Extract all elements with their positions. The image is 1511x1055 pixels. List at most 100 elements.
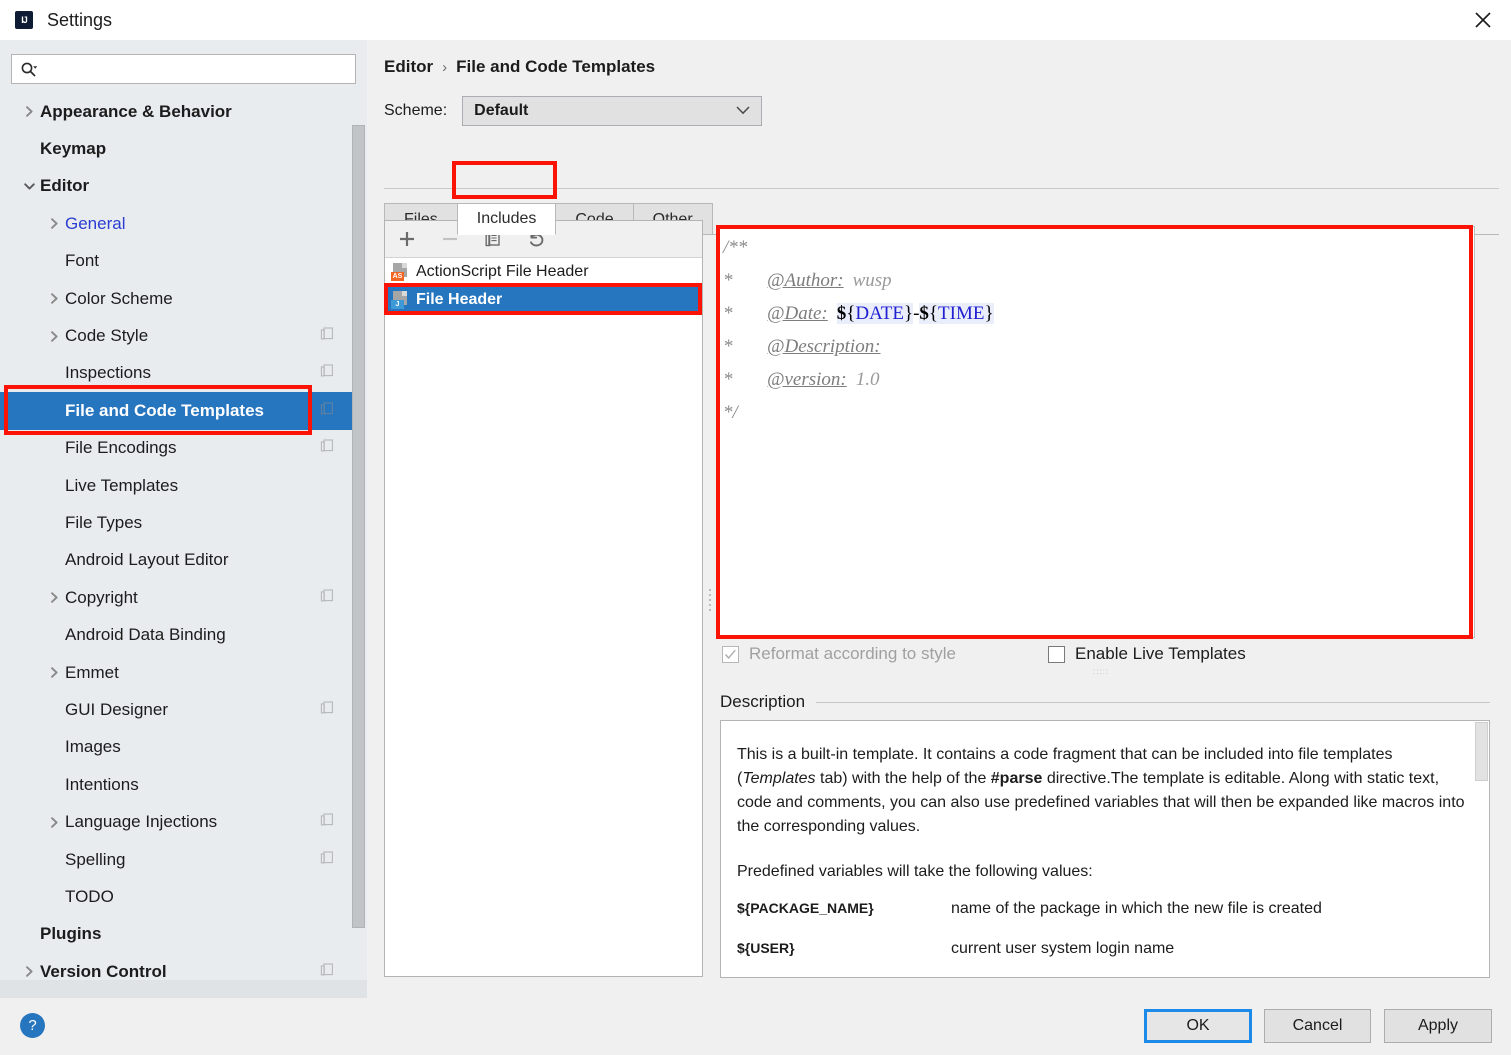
ok-button[interactable]: OK [1144,1009,1252,1043]
sidebar-item-label: Color Scheme [65,288,173,308]
sidebar-item-label: Intentions [65,774,139,794]
help-button[interactable]: ? [20,1013,45,1038]
description-title: Description [720,692,806,711]
code-line-prefix: * [723,335,733,357]
live-templates-checkbox[interactable] [1048,645,1065,663]
description-scrollbar-thumb[interactable] [1475,722,1488,781]
chevron-right-icon[interactable] [47,217,61,231]
sidebar-item-inspections[interactable]: Inspections [0,355,352,392]
sidebar-item-label: File and Code Templates [65,400,265,420]
code-editor-content[interactable]: /** * @Author: wusp * @Date: ${DATE}-${TIME} * @… [719,227,1474,429]
checkmark-icon [724,649,736,659]
sidebar-item-keymap[interactable]: Keymap [0,130,352,167]
reformat-checkbox-label: Reformat according to style [749,644,956,663]
close-button[interactable] [1455,0,1511,40]
add-template-button[interactable] [396,228,418,250]
date-macro: ${DATE} [836,302,914,324]
sidebar-scrollbar-thumb[interactable] [352,125,365,928]
chevron-right-icon[interactable] [47,591,61,605]
list-item[interactable]: AS ActionScript File Header [385,258,702,286]
sidebar-item-label: Editor [40,176,90,196]
project-scope-icon [320,700,334,719]
plus-icon [400,232,414,246]
chevron-right-icon[interactable] [22,105,36,119]
sidebar-item-label: Keymap [40,139,107,159]
sidebar-scrollbar[interactable] [352,125,365,980]
sidebar-item-label: Font [65,251,100,271]
sidebar-item-color-scheme[interactable]: Color Scheme [0,280,352,317]
project-scope-icon [320,962,334,981]
sidebar-item-plugins[interactable]: Plugins [0,916,352,953]
sidebar-item-intentions[interactable]: Intentions [0,766,352,803]
description-scrollbar[interactable] [1475,722,1488,977]
chevron-down-icon[interactable] [22,179,36,193]
sidebar-item-android-data-binding[interactable]: Android Data Binding [0,616,352,653]
sidebar-item-label: Plugins [40,924,102,944]
reformat-checkbox-row[interactable]: Reformat according to style [722,644,956,664]
variable-name: ${PACKAGE_NAME} [737,900,874,916]
tab-includes[interactable]: Includes [456,203,557,235]
splitter-handle[interactable] [706,586,714,612]
sidebar-item-label: File Types [65,512,143,532]
sidebar-item-spelling[interactable]: Spelling [0,841,352,878]
sidebar-item-general[interactable]: General [0,205,352,242]
chevron-right-icon[interactable] [47,666,61,680]
sidebar-item-android-layout-editor[interactable]: Android Layout Editor [0,542,352,579]
sidebar-item-copyright[interactable]: Copyright [0,579,352,616]
apply-button[interactable]: Apply [1384,1009,1492,1043]
sidebar-item-label: Code Style [65,326,149,346]
sidebar-item-label: Appearance & Behavior [40,101,232,121]
sidebar-item-language-injections[interactable]: Language Injections [0,803,352,840]
sidebar-item-label: Spelling [65,849,126,869]
sidebar-item-emmet[interactable]: Emmet [0,654,352,691]
settings-tree: Appearance & Behavior Keymap Editor General… [0,93,352,998]
sidebar-item-code-style[interactable]: Code Style [0,317,352,354]
live-templates-checkbox-row[interactable]: Enable Live Templates [1048,644,1246,664]
mnemonic-underline-dots: ::::: [1093,667,1110,676]
settings-sidebar: Appearance & Behavior Keymap Editor General… [0,40,367,998]
chevron-right-icon[interactable] [47,815,61,829]
code-line: /** [723,231,1474,264]
sidebar-item-file-encodings[interactable]: File Encodings [0,430,352,467]
search-input[interactable] [41,60,331,78]
project-scope-icon [320,401,334,420]
sidebar-item-gui-designer[interactable]: GUI Designer [0,691,352,728]
sidebar-item-file-types[interactable]: File Types [0,504,352,541]
sidebar-item-todo[interactable]: TODO [0,878,352,915]
cancel-button[interactable]: Cancel [1264,1009,1371,1043]
chevron-right-icon[interactable] [47,329,61,343]
settings-dialog: IJ Settings Appearance & Behavior Keymap E… [0,0,1511,1055]
template-name: ActionScript File Header [416,263,589,280]
code-line-prefix: */ [723,401,738,423]
macro-group: ${DATE}-${TIME} [836,302,994,325]
javadoc-tag: @Author: [767,269,844,291]
sidebar-item-label: Language Injections [65,812,218,832]
variable-description: current user system login name [951,940,1175,957]
search-field[interactable] [11,54,356,84]
sidebar-item-font[interactable]: Font [0,243,352,280]
project-scope-icon [320,850,334,869]
code-value: 1.0 [855,368,880,390]
sidebar-item-appearance-behavior[interactable]: Appearance & Behavior [0,93,352,130]
template-code-editor[interactable]: /** * @Author: wusp * @Date: ${DATE}-${TIME} * @… [718,226,1475,638]
sidebar-item-file-and-code-templates[interactable]: File and Code Templates [0,392,352,430]
template-list: AS ActionScript File Header J File Header [385,258,702,314]
code-line: * @version: 1.0 [723,363,1474,396]
description-header: Description [720,692,1490,712]
description-panel: This is a built-in template. It contains… [720,720,1490,978]
desc-p1-part-b: tab) with the help of the [815,770,991,787]
list-item[interactable]: J File Header [385,286,702,314]
sidebar-item-label: Version Control [40,961,167,981]
sidebar-item-label: TODO [65,886,114,906]
chevron-right-icon[interactable] [22,965,36,979]
breadcrumb-root[interactable]: Editor [384,57,433,77]
description-header-rule [816,701,1490,703]
sidebar-item-images[interactable]: Images [0,729,352,766]
chevron-right-icon[interactable] [47,292,61,306]
scheme-dropdown[interactable]: Default [462,96,763,126]
reformat-checkbox [722,645,739,663]
sidebar-item-label: General [65,213,126,233]
sidebar-item-editor[interactable]: Editor [0,168,352,205]
variable-description: name of the package in which the new fil… [951,900,1322,917]
sidebar-item-live-templates[interactable]: Live Templates [0,467,352,504]
